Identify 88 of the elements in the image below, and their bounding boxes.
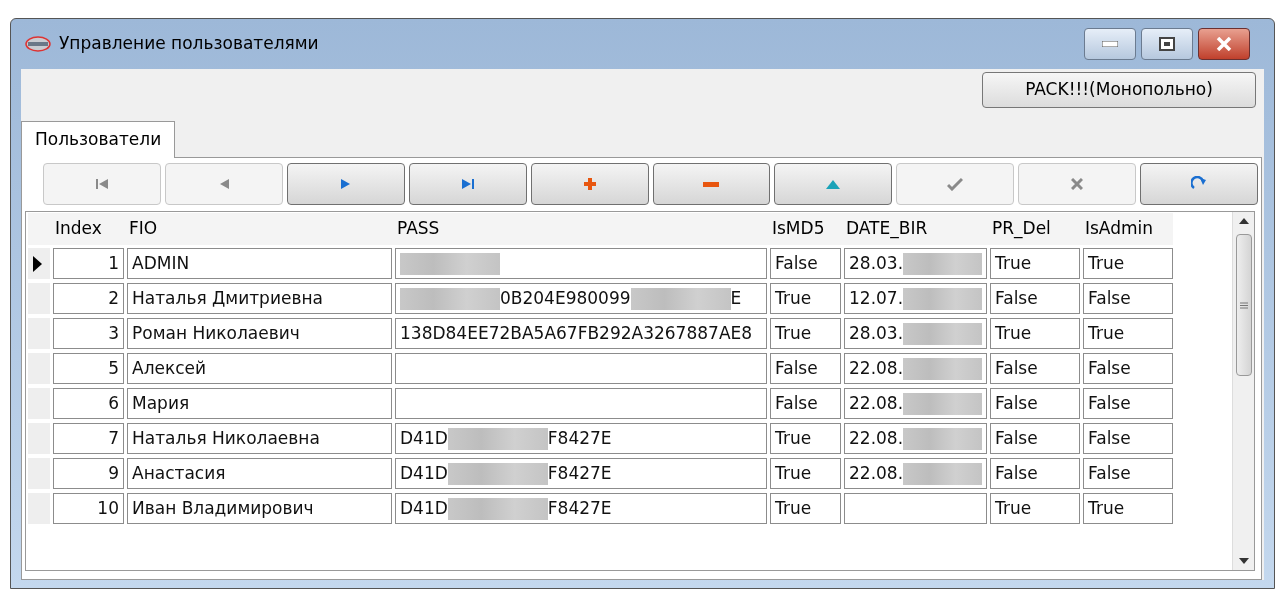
restore-icon xyxy=(1159,37,1175,51)
table-cell: False xyxy=(1083,458,1173,489)
table-cell: Иван Владимирович xyxy=(127,493,392,524)
table-cell: False xyxy=(1083,388,1173,419)
cell-text: F8427E xyxy=(547,461,612,485)
table-cell: True xyxy=(1083,493,1173,524)
scrollbar-thumb[interactable] xyxy=(1235,234,1252,376)
scroll-up-icon xyxy=(1238,218,1249,224)
table-cell: ADMIN xyxy=(127,248,392,279)
close-icon xyxy=(1216,37,1232,51)
cell-text: 12.07. xyxy=(849,286,904,310)
cell-text: 138D84EE72BA5A67FB292A3267887AE8 xyxy=(400,321,753,345)
table-cell: False xyxy=(990,283,1080,314)
table-cell: False xyxy=(990,458,1080,489)
table-cell: 5 xyxy=(53,353,124,384)
current-row-icon xyxy=(33,255,42,272)
table-cell: False xyxy=(1083,423,1173,454)
table-cell: False xyxy=(990,353,1080,384)
table-cell: True xyxy=(990,318,1080,349)
table-cell: False xyxy=(770,248,841,279)
table-cell: 3 xyxy=(53,318,124,349)
checkmark-icon xyxy=(947,177,964,191)
minimize-icon xyxy=(1102,41,1118,47)
cell-text: F8427E xyxy=(547,496,612,520)
last-record-icon xyxy=(460,177,475,191)
table-cell: False xyxy=(770,388,841,419)
cell-text: D41D xyxy=(400,426,448,450)
next-icon xyxy=(339,177,352,191)
table-cell: True xyxy=(1083,248,1173,279)
table-cell: Анастасия xyxy=(127,458,392,489)
cell-text: 22.08. xyxy=(849,426,904,450)
table-cell: 7 xyxy=(53,423,124,454)
table-cell: False xyxy=(990,388,1080,419)
table-cell: False xyxy=(1083,353,1173,384)
maximize-button[interactable] xyxy=(1141,28,1193,60)
close-button[interactable] xyxy=(1198,28,1250,60)
table-cell: Алексей xyxy=(127,353,392,384)
navigator-button[interactable] xyxy=(774,163,893,205)
table-cell: True xyxy=(770,283,841,314)
cell-text: 28.03. xyxy=(849,321,904,345)
window-title: Управление пользователями xyxy=(59,32,319,56)
table-cell: True xyxy=(990,248,1080,279)
table-cell: True xyxy=(770,458,841,489)
table-cell: 9 xyxy=(53,458,124,489)
cell-text: 22.08. xyxy=(849,391,904,415)
minus-icon xyxy=(703,181,720,187)
navigator-button[interactable] xyxy=(652,163,771,205)
cell-text: 0B204E980099 xyxy=(500,286,631,310)
refresh-icon xyxy=(1191,176,1208,192)
tab[interactable]: Пользователи xyxy=(21,121,176,158)
table-cell: True xyxy=(770,318,841,349)
table-cell: 10 xyxy=(53,493,124,524)
app-icon xyxy=(25,36,51,52)
grip-icon xyxy=(1239,301,1248,309)
cell-text: 22.08. xyxy=(849,461,904,485)
plus-icon xyxy=(582,177,597,191)
table-cell: False xyxy=(990,423,1080,454)
navigator-button[interactable] xyxy=(408,163,527,205)
first-record-icon xyxy=(94,177,109,191)
table-cell: Мария xyxy=(127,388,392,419)
cell-text: D41D xyxy=(400,461,448,485)
table-cell: Наталья Николаевна xyxy=(127,423,392,454)
cross-icon xyxy=(1071,178,1084,190)
cell-text: 28.03. xyxy=(849,251,904,275)
cell-text: 22.08. xyxy=(849,356,904,380)
table-cell: 1 xyxy=(53,248,124,279)
cell-text: F8427E xyxy=(547,426,612,450)
row-indicator[interactable] xyxy=(28,248,50,279)
minimize-button[interactable] xyxy=(1084,28,1136,60)
scroll-down-icon xyxy=(1238,558,1249,564)
table-cell: Наталья Дмитриевна xyxy=(127,283,392,314)
cell-text: D41D xyxy=(400,496,448,520)
table-cell: 6 xyxy=(53,388,124,419)
navigator-button[interactable] xyxy=(530,163,649,205)
table-cell: True xyxy=(770,493,841,524)
pack-button[interactable]: PACK!!!(Монопольно) xyxy=(982,72,1256,108)
navigator-button[interactable] xyxy=(286,163,405,205)
table-cell: True xyxy=(990,493,1080,524)
table-cell: True xyxy=(770,423,841,454)
table-cell: 2 xyxy=(53,283,124,314)
cell-text: E xyxy=(730,286,742,310)
navigator-button[interactable] xyxy=(1140,163,1259,205)
table-cell: False xyxy=(770,353,841,384)
table-cell: Роман Николаевич xyxy=(127,318,392,349)
vertical-scrollbar[interactable] xyxy=(1232,212,1254,570)
table-cell: False xyxy=(1083,283,1173,314)
table-cell: True xyxy=(1083,318,1173,349)
up-triangle-icon xyxy=(826,179,841,189)
